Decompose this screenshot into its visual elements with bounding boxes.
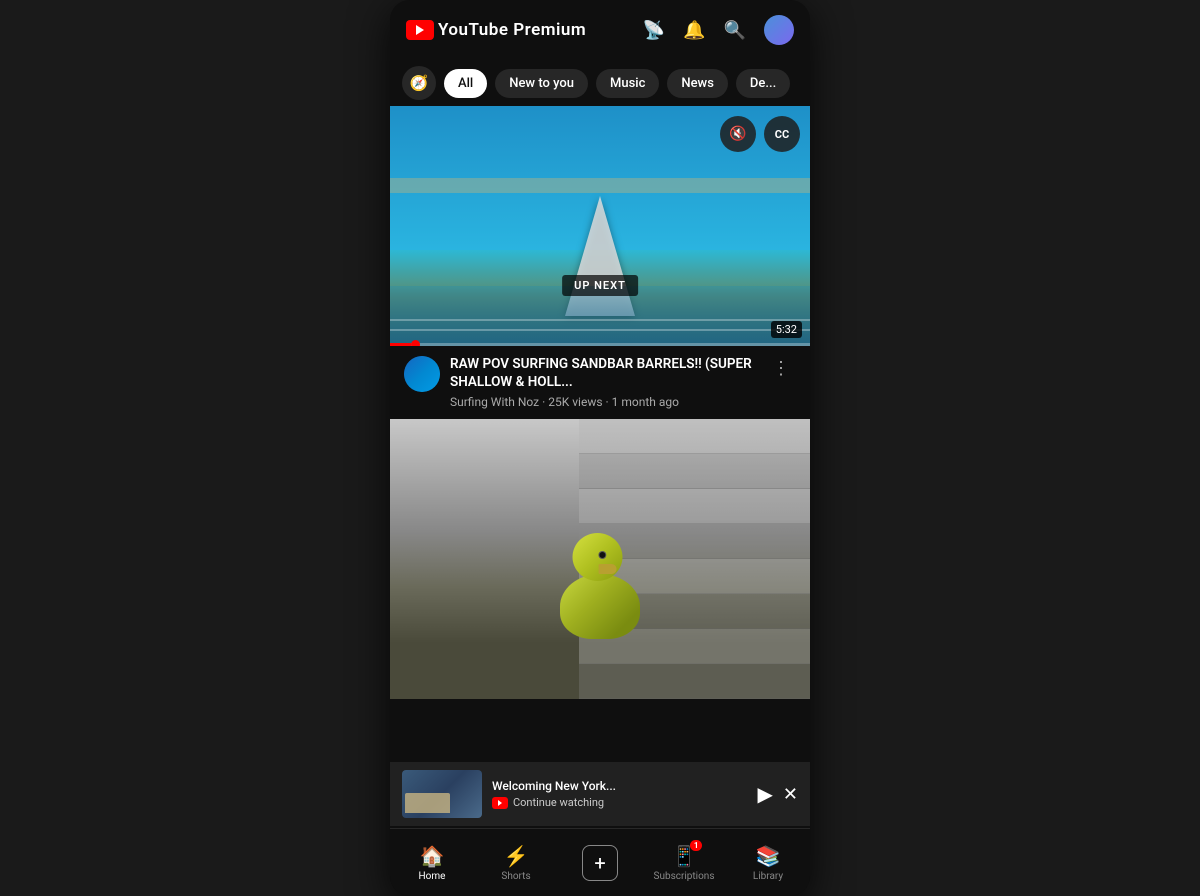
water-ripple-2 xyxy=(390,319,810,321)
tab-new-to-you[interactable]: New to you xyxy=(495,69,588,98)
tab-explore[interactable]: 🧭 xyxy=(402,66,436,100)
bird-head xyxy=(573,533,623,581)
bird-background xyxy=(390,419,810,699)
cast-icon[interactable]: 📡 xyxy=(643,20,665,41)
add-button[interactable]: + xyxy=(582,845,618,881)
stripe-8 xyxy=(579,664,810,699)
nav-library[interactable]: 📚 Library xyxy=(726,844,810,882)
premium-label: YouTube Premium xyxy=(438,20,586,40)
category-tabs: 🧭 All New to you Music News De... xyxy=(390,60,810,106)
bird-beak xyxy=(599,564,617,574)
video-title-1[interactable]: RAW POV SURFING SANDBAR BARRELS!! (SUPER… xyxy=(450,356,756,391)
video-info-1: RAW POV SURFING SANDBAR BARRELS!! (SUPER… xyxy=(390,346,810,419)
more-options-button-1[interactable]: ⋮ xyxy=(766,356,796,381)
mini-player-info: Welcoming New York... Continue watching xyxy=(492,779,748,809)
youtube-logo[interactable]: YouTube Premium xyxy=(406,20,586,40)
tab-music[interactable]: Music xyxy=(596,69,659,98)
home-icon: 🏠 xyxy=(420,844,445,868)
progress-bar[interactable] xyxy=(390,343,810,346)
video-meta-1: Surfing With Noz · 25K views · 1 month a… xyxy=(450,395,756,409)
nav-add[interactable]: + xyxy=(558,845,642,881)
bell-icon[interactable]: 🔔 xyxy=(683,20,705,41)
stripe-3 xyxy=(579,489,810,524)
stripe-1 xyxy=(579,419,810,454)
bird-eye xyxy=(598,551,606,559)
water-ripple-1 xyxy=(390,329,810,331)
mini-continue-watching: Continue watching xyxy=(492,796,748,809)
bottom-navigation: 🏠 Home ⚡ Shorts + 📱 1 Subscriptions 📚 Li… xyxy=(390,828,810,896)
video-duration: 5:32 xyxy=(771,321,802,338)
library-icon: 📚 xyxy=(756,844,781,868)
nav-library-label: Library xyxy=(753,871,783,882)
notification-badge: 1 xyxy=(690,840,703,851)
header-left: YouTube Premium xyxy=(406,20,586,40)
shorts-icon: ⚡ xyxy=(504,844,529,868)
tab-deals[interactable]: De... xyxy=(736,69,790,98)
nav-home-label: Home xyxy=(419,871,446,882)
mini-yt-icon xyxy=(492,797,508,809)
beach-line xyxy=(390,178,810,193)
mute-button[interactable]: 🔇 xyxy=(720,116,756,152)
mini-thumb-background xyxy=(402,770,482,818)
video-player-1[interactable]: 🔇 CC UP NEXT 5:32 xyxy=(390,106,810,346)
channel-avatar-1[interactable] xyxy=(404,356,440,392)
avatar[interactable] xyxy=(764,15,794,45)
captions-button[interactable]: CC xyxy=(764,116,800,152)
mini-player[interactable]: Welcoming New York... Continue watching … xyxy=(390,762,810,826)
up-next-badge: UP NEXT xyxy=(562,275,638,296)
progress-fill xyxy=(390,343,411,346)
mini-player-thumbnail xyxy=(402,770,482,818)
stripe-2 xyxy=(579,454,810,489)
bird-body xyxy=(560,574,640,639)
video-controls-top: 🔇 CC xyxy=(720,116,800,152)
subscriptions-icon-wrapper: 📱 1 xyxy=(672,844,697,868)
video-card-2[interactable] xyxy=(390,419,810,699)
mini-thumb-boat xyxy=(405,793,450,813)
nav-shorts-label: Shorts xyxy=(501,871,530,882)
yt-icon xyxy=(406,20,434,40)
mini-play-button[interactable]: ▶ xyxy=(758,782,773,806)
progress-dot xyxy=(411,340,420,346)
nav-subscriptions-label: Subscriptions xyxy=(654,871,715,882)
app-header: YouTube Premium 📡 🔔 🔍 xyxy=(390,0,810,60)
nav-home[interactable]: 🏠 Home xyxy=(390,844,474,882)
mini-close-button[interactable]: ✕ xyxy=(783,784,798,805)
nav-subscriptions[interactable]: 📱 1 Subscriptions xyxy=(642,844,726,882)
search-icon[interactable]: 🔍 xyxy=(724,20,746,41)
channel-avatar-inner xyxy=(404,356,440,392)
tab-news[interactable]: News xyxy=(667,69,728,98)
nav-shorts[interactable]: ⚡ Shorts xyxy=(474,844,558,882)
mini-continue-label: Continue watching xyxy=(513,796,604,809)
video-details-1: RAW POV SURFING SANDBAR BARRELS!! (SUPER… xyxy=(450,356,756,409)
mini-player-title: Welcoming New York... xyxy=(492,779,748,793)
tab-all[interactable]: All xyxy=(444,69,487,98)
header-right: 📡 🔔 🔍 xyxy=(643,15,794,45)
phone-container: YouTube Premium 📡 🔔 🔍 🧭 All New to you M… xyxy=(390,0,810,896)
